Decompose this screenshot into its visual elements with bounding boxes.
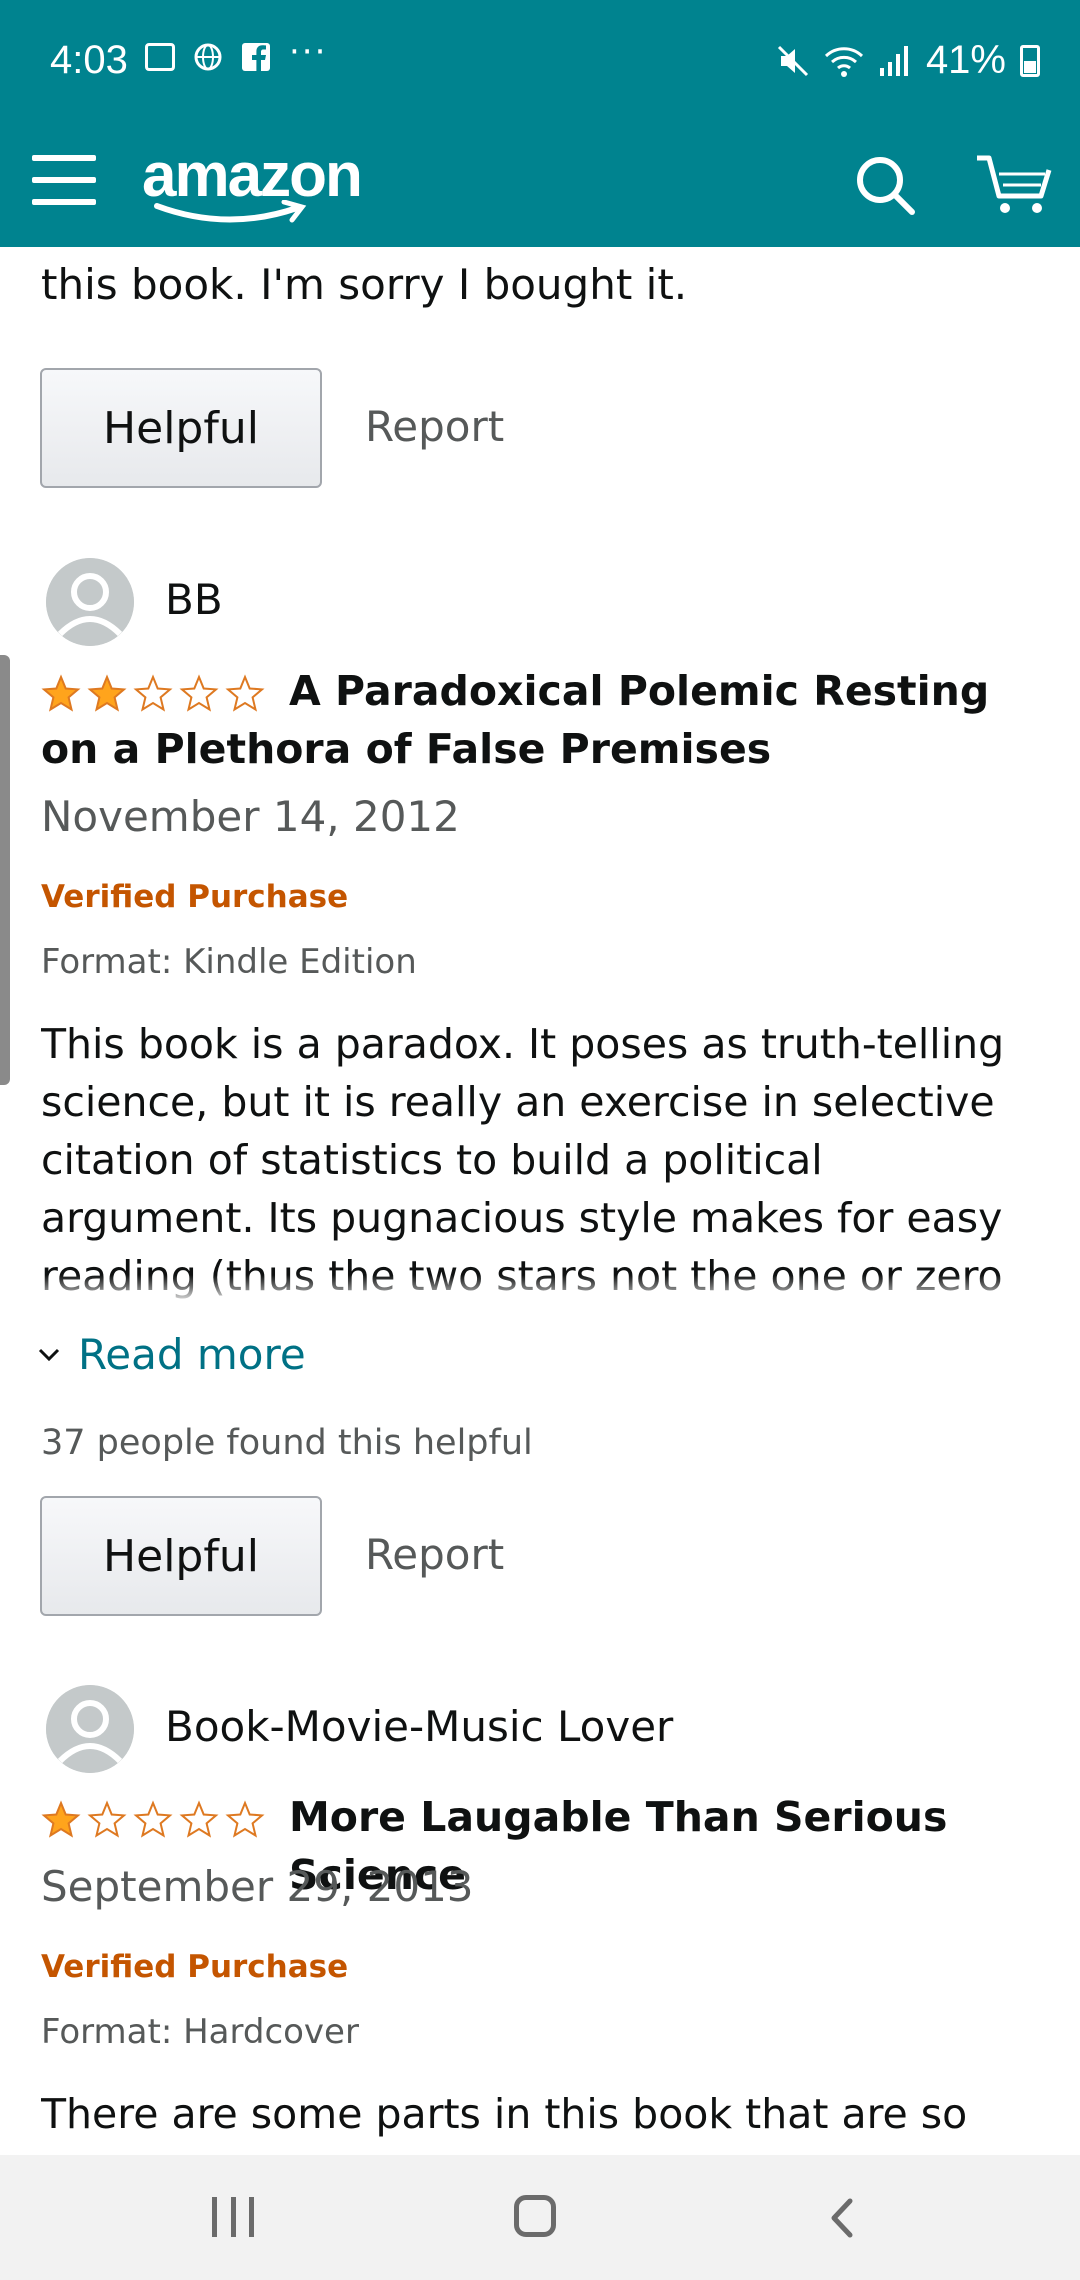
system-icons: 41%	[776, 38, 1040, 83]
mute-icon	[777, 45, 808, 76]
back-icon[interactable]	[822, 2197, 862, 2239]
review-body-text: This book is a paradox. It poses as trut…	[41, 1020, 1005, 1300]
recent-apps-icon[interactable]	[212, 2197, 254, 2237]
star-rating	[41, 1800, 265, 1840]
star-empty-icon	[225, 1800, 265, 1838]
review-format[interactable]: Format: Hardcover	[41, 2012, 359, 2052]
notification-icons: ···	[145, 32, 327, 72]
battery-percent: 41%	[925, 38, 1006, 82]
star-empty-icon	[133, 1800, 173, 1838]
cart-icon[interactable]	[975, 150, 1055, 220]
verified-purchase-badge: Verified Purchase	[41, 879, 349, 915]
review-date: September 29, 2013	[41, 1862, 474, 1911]
review-body-partial: this book. I'm sorry I bought it.	[41, 260, 688, 309]
reviews-list[interactable]: this book. I'm sorry I bought it. Helpfu…	[0, 247, 1080, 2155]
user-icon	[46, 1685, 134, 1773]
report-link[interactable]: Report	[365, 402, 504, 451]
facebook-icon	[242, 43, 270, 71]
avatar	[46, 1685, 134, 1773]
review-author[interactable]: BB	[165, 575, 223, 624]
avatar	[46, 558, 134, 646]
battery-icon	[1020, 44, 1040, 77]
review-format[interactable]: Format: Kindle Edition	[41, 942, 417, 982]
user-icon	[46, 558, 134, 646]
logo-smile-icon	[154, 200, 307, 223]
report-link[interactable]: Report	[365, 1530, 504, 1579]
signal-icon	[879, 45, 908, 76]
more-notifications-icon: ···	[289, 32, 328, 72]
review-body: There are some parts in this book that a…	[41, 2090, 968, 2138]
review-author[interactable]: Book-Movie-Music Lover	[165, 1702, 673, 1751]
star-filled-icon	[41, 1800, 81, 1838]
verified-purchase-badge: Verified Purchase	[41, 1949, 349, 1985]
system-nav-bar	[0, 2155, 1080, 2280]
helpful-button[interactable]: Helpful	[40, 368, 322, 488]
search-icon[interactable]	[852, 152, 918, 218]
wifi-icon	[824, 46, 863, 77]
globe-icon	[194, 43, 222, 71]
read-more-link[interactable]: Read more	[38, 1330, 306, 1379]
helpful-button[interactable]: Helpful	[40, 1496, 322, 1616]
home-icon[interactable]	[514, 2195, 556, 2237]
read-more-label: Read more	[78, 1330, 306, 1379]
star-empty-icon	[87, 1800, 127, 1838]
star-empty-icon	[179, 1800, 219, 1838]
review-body: This book is a paradox. It poses as trut…	[41, 1015, 1041, 1305]
menu-icon[interactable]	[32, 155, 96, 219]
review-title[interactable]: A Paradoxical Polemic Resting on a Pleth…	[41, 662, 1051, 778]
review-date: November 14, 2012	[41, 792, 460, 841]
gallery-icon	[145, 43, 175, 71]
text-fade	[41, 1275, 1041, 1305]
app-header: amazon	[0, 130, 1080, 247]
scrollbar-handle[interactable]	[0, 655, 10, 1085]
helpful-count: 37 people found this helpful	[41, 1423, 533, 1463]
chevron-down-icon	[38, 1348, 60, 1361]
status-bar: 4:03 ··· 41%	[0, 0, 1080, 130]
status-time: 4:03	[50, 38, 128, 82]
